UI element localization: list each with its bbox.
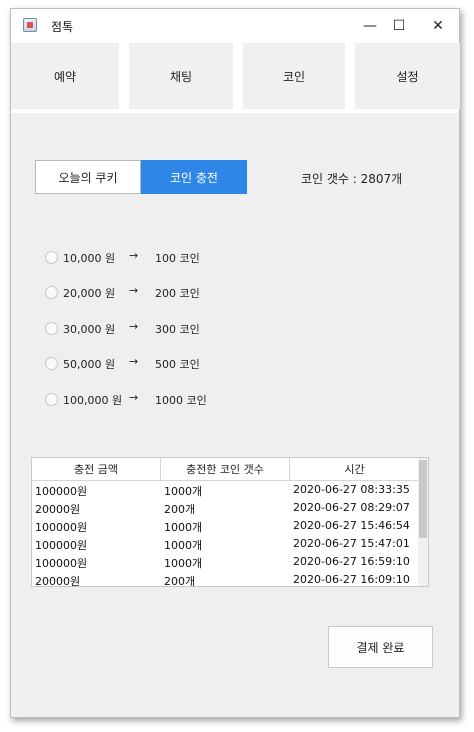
- radio-button[interactable]: [45, 251, 58, 264]
- cell-coins: 1000개: [164, 539, 203, 552]
- scrollbar-thumb[interactable]: [419, 460, 427, 538]
- tab-label: 예약: [53, 69, 77, 84]
- cell-time: 2020-06-27 08:29:07: [293, 501, 410, 514]
- option-coins: 200 코인: [155, 287, 200, 300]
- option-won: 100,000 원: [63, 394, 123, 407]
- option-coins: 100 코인: [155, 252, 200, 265]
- table-header: 충전 금액 충전한 코인 갯수 시간: [32, 458, 419, 481]
- tab-settings[interactable]: 설정: [355, 43, 460, 109]
- coin-count-label: 코인 갯수 : 2807개: [301, 172, 403, 186]
- cell-amount: 20000원: [35, 575, 81, 587]
- cell-coins: 1000개: [164, 521, 203, 534]
- cell-amount: 100000원: [35, 557, 88, 570]
- window-title: 점톡: [51, 20, 74, 34]
- coin-charge-button[interactable]: 코인 충전: [141, 160, 247, 194]
- option-won: 50,000 원: [63, 358, 116, 371]
- table-row[interactable]: 100000원 1000개 2020-06-27 15:47:01: [32, 536, 419, 554]
- arrow-icon: →: [129, 284, 139, 297]
- tab-coin[interactable]: 코인: [243, 43, 345, 109]
- cell-time: 2020-06-27 16:59:10: [293, 555, 410, 568]
- option-won: 30,000 원: [63, 323, 116, 336]
- charge-option-20000[interactable]: 20,000 원 → 200 코인: [45, 283, 295, 303]
- charge-option-100000[interactable]: 100,000 원 → 1000 코인: [45, 390, 295, 410]
- charge-option-30000[interactable]: 30,000 원 → 300 코인: [45, 319, 295, 339]
- cell-amount: 100000원: [35, 521, 88, 534]
- table-row[interactable]: 20000원 200개 2020-06-27 08:29:07: [32, 500, 419, 518]
- table-row[interactable]: 100000원 1000개 2020-06-27 08:33:35: [32, 482, 419, 500]
- arrow-icon: →: [129, 320, 139, 333]
- arrow-icon: →: [129, 249, 139, 262]
- cell-amount: 100000원: [35, 539, 88, 552]
- option-coins: 1000 코인: [155, 394, 207, 407]
- coin-panel: 오늘의 쿠키 코인 충전 코인 갯수 : 2807개 10,000 원 → 10…: [21, 113, 450, 711]
- option-won: 20,000 원: [63, 287, 116, 300]
- table-row[interactable]: 20000원 200개 2020-06-27 16:09:10: [32, 572, 419, 587]
- payment-complete-button[interactable]: 결제 완료: [328, 626, 433, 668]
- todays-cookie-button[interactable]: 오늘의 쿠키: [35, 160, 141, 194]
- app-window: 점톡 — ☐ ✕ 예약 채팅 코인 설정 오늘의 쿠키 코인 충전 코인 갯수 …: [10, 8, 460, 718]
- cell-coins: 1000개: [164, 485, 203, 498]
- tab-bar: 예약 채팅 코인 설정: [11, 43, 460, 113]
- java-app-icon: [23, 18, 37, 32]
- cell-time: 2020-06-27 15:46:54: [293, 519, 410, 532]
- cell-coins: 200개: [164, 503, 196, 516]
- tab-label: 설정: [396, 69, 419, 84]
- cell-time: 2020-06-27 16:09:10: [293, 573, 410, 586]
- radio-button[interactable]: [45, 393, 58, 406]
- cell-coins: 200개: [164, 575, 196, 587]
- option-won: 10,000 원: [63, 252, 116, 265]
- column-header-coins[interactable]: 충전한 코인 갯수: [161, 458, 290, 480]
- charge-option-50000[interactable]: 50,000 원 → 500 코인: [45, 354, 295, 374]
- close-icon[interactable]: ✕: [423, 14, 453, 38]
- charge-history-table[interactable]: 충전 금액 충전한 코인 갯수 시간 100000원 1000개 2020-06…: [31, 457, 429, 587]
- tab-label: 채팅: [169, 69, 193, 84]
- radio-button[interactable]: [45, 286, 58, 299]
- table-row[interactable]: 100000원 1000개 2020-06-27 15:46:54: [32, 518, 419, 536]
- column-header-amount[interactable]: 충전 금액: [32, 458, 161, 480]
- cell-amount: 20000원: [35, 503, 81, 516]
- column-header-time[interactable]: 시간: [290, 458, 419, 480]
- radio-button[interactable]: [45, 357, 58, 370]
- arrow-icon: →: [129, 355, 139, 368]
- tab-chat[interactable]: 채팅: [129, 43, 233, 109]
- cell-amount: 100000원: [35, 485, 88, 498]
- table-row[interactable]: 100000원 1000개 2020-06-27 16:59:10: [32, 554, 419, 572]
- charge-option-10000[interactable]: 10,000 원 → 100 코인: [45, 248, 295, 268]
- title-bar[interactable]: 점톡 — ☐ ✕: [11, 9, 459, 43]
- vertical-scrollbar[interactable]: [418, 458, 428, 586]
- arrow-icon: →: [129, 391, 139, 404]
- tab-reservation[interactable]: 예약: [11, 43, 119, 109]
- radio-button[interactable]: [45, 322, 58, 335]
- cell-coins: 1000개: [164, 557, 203, 570]
- cell-time: 2020-06-27 15:47:01: [293, 537, 410, 550]
- maximize-icon[interactable]: ☐: [384, 14, 414, 38]
- tab-label: 코인: [282, 69, 306, 84]
- cell-time: 2020-06-27 08:33:35: [293, 483, 410, 496]
- minimize-icon[interactable]: —: [355, 14, 385, 38]
- option-coins: 300 코인: [155, 323, 200, 336]
- option-coins: 500 코인: [155, 358, 200, 371]
